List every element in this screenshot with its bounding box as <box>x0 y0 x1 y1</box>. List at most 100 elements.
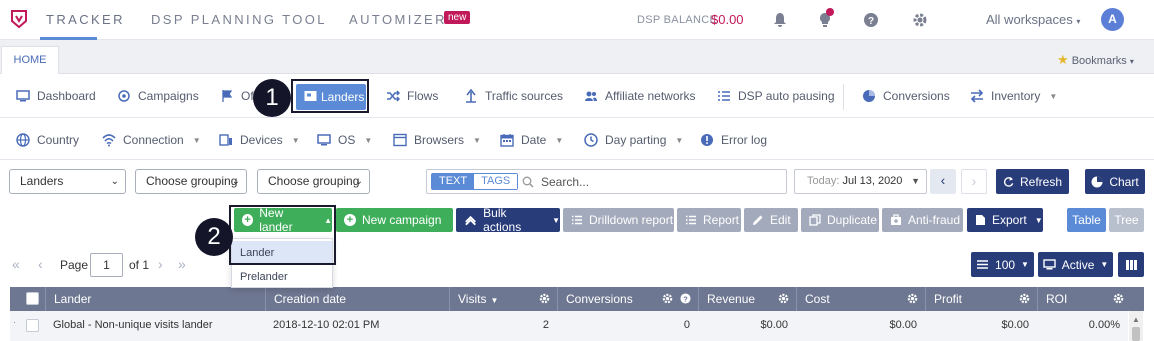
select-all-checkbox[interactable] <box>26 292 39 305</box>
prev-page-button[interactable]: ‹ <box>38 256 43 272</box>
search-mode-toggle[interactable]: TEXT TAGS <box>431 173 519 190</box>
status-filter-select[interactable]: Active ▼ <box>1038 252 1113 277</box>
edit-button[interactable]: Edit <box>744 208 798 232</box>
nav-country[interactable]: Country <box>16 133 79 147</box>
wifi-icon <box>102 134 116 147</box>
row-drag-handle[interactable]: · <box>13 317 16 327</box>
help-icon[interactable]: ? <box>680 293 691 304</box>
table-scrollbar[interactable]: ▲ <box>1129 311 1143 341</box>
bulk-actions-icon <box>465 215 476 226</box>
workspaces-dropdown[interactable]: All workspaces ▾ <box>986 12 1080 27</box>
logo-icon[interactable] <box>10 9 28 29</box>
callout-highlight-new-lander <box>229 205 336 265</box>
gear-icon[interactable] <box>778 293 789 304</box>
report-label: Report <box>703 213 740 227</box>
nav-affiliate-networks[interactable]: Affiliate networks <box>584 89 696 103</box>
search-mode-tags[interactable]: TAGS <box>474 174 518 189</box>
gear-icon[interactable] <box>1019 293 1030 304</box>
nav-dashboard[interactable]: Dashboard <box>16 89 96 103</box>
dsp-balance-label: DSP BALANCE <box>637 14 718 26</box>
column-visits[interactable]: Visits ▼ <box>449 287 557 311</box>
gear-icon[interactable] <box>1113 293 1124 304</box>
nav-date[interactable]: Date ▼ <box>500 133 563 147</box>
page-input[interactable]: 1 <box>90 253 123 277</box>
nav-browsers[interactable]: Browsers ▼ <box>393 133 481 147</box>
entity-select[interactable]: Landers ⌄ <box>9 169 126 194</box>
tab-home[interactable]: HOME <box>1 46 59 74</box>
column-profit[interactable]: Profit <box>925 287 1037 311</box>
first-page-button[interactable]: « <box>12 256 20 272</box>
column-lander[interactable]: Lander <box>45 287 265 311</box>
nav-affiliate-networks-label: Affiliate networks <box>605 89 696 103</box>
settings-icon[interactable] <box>912 12 928 28</box>
nav-dsp-auto-pausing[interactable]: DSP auto pausing <box>717 89 835 103</box>
svg-text:?: ? <box>683 294 688 303</box>
bulk-actions-button[interactable]: Bulk actions ▼ <box>456 206 560 234</box>
date-picker[interactable]: Today: Jul 13, 2020 ▼ <box>794 169 927 194</box>
nav-day-parting[interactable]: Day parting ▼ <box>584 133 683 147</box>
chart-button[interactable]: Chart <box>1085 169 1145 194</box>
gear-icon[interactable] <box>907 293 918 304</box>
bell-icon[interactable] <box>772 12 788 28</box>
grouping-select-2[interactable]: Choose grouping ⌄ <box>257 169 370 194</box>
table-row[interactable]: · Global - Non-unique visits lander 2018… <box>10 311 1128 341</box>
date-prev-button[interactable]: ‹ <box>930 169 956 194</box>
anti-fraud-button[interactable]: Anti-fraud <box>882 208 963 232</box>
nav-flows[interactable]: Flows <box>386 89 438 103</box>
chevron-down-icon: ▼ <box>675 135 684 145</box>
nav-dsp-planning-tool[interactable]: DSP PLANNING TOOL <box>151 12 327 27</box>
row-checkbox[interactable] <box>26 319 39 332</box>
chevron-down-icon: ▼ <box>555 135 564 145</box>
nav-os[interactable]: OS ▼ <box>317 133 372 147</box>
grouping-select-1[interactable]: Choose grouping ⌄ <box>135 169 247 194</box>
error-icon <box>701 134 713 146</box>
nav-devices[interactable]: Devices ▼ <box>219 133 300 147</box>
report-button[interactable]: Report <box>677 208 741 232</box>
scroll-up-icon[interactable]: ▲ <box>1132 315 1140 324</box>
nav-tracker[interactable]: TRACKER <box>46 12 125 27</box>
search-mode-text[interactable]: TEXT <box>432 174 475 189</box>
last-page-button[interactable]: » <box>178 256 186 272</box>
column-creation-date[interactable]: Creation date <box>265 287 449 311</box>
nav-campaigns[interactable]: Campaigns <box>117 89 199 103</box>
grouping-select-1-value: Choose grouping <box>146 174 238 188</box>
column-conversions[interactable]: Conversions ? <box>557 287 698 311</box>
users-icon <box>585 91 597 101</box>
help-icon[interactable]: ? <box>863 12 879 28</box>
cell-lander[interactable]: Global - Non-unique visits lander <box>53 319 213 331</box>
scrollbar-thumb[interactable] <box>1132 327 1140 341</box>
bookmarks-dropdown[interactable]: ★ Bookmarks ▾ <box>1057 52 1134 68</box>
gear-icon[interactable] <box>539 293 550 304</box>
avatar[interactable]: A <box>1101 8 1124 31</box>
header-select-all[interactable] <box>10 287 45 311</box>
nav-automizer[interactable]: AUTOMIZER <box>349 12 447 27</box>
chevron-down-icon: ▼ <box>1100 260 1109 269</box>
search-box[interactable]: TEXT TAGS Search... <box>426 169 787 194</box>
nav-conversions[interactable]: Conversions <box>862 89 950 103</box>
columns-button[interactable] <box>1118 252 1144 277</box>
search-input[interactable]: Search... <box>541 175 589 189</box>
chevron-down-icon: ⌄ <box>231 176 240 187</box>
tree-view-button[interactable]: Tree <box>1109 208 1144 232</box>
nav-offers[interactable]: Of <box>220 89 254 103</box>
per-page-select[interactable]: 100 ▼ <box>971 252 1034 277</box>
column-revenue[interactable]: Revenue <box>698 287 796 311</box>
edit-label: Edit <box>770 213 791 227</box>
dropdown-item-prelander[interactable]: Prelander <box>232 265 332 289</box>
next-page-button[interactable]: › <box>158 256 163 272</box>
date-next-button[interactable]: › <box>961 169 987 194</box>
nav-connection[interactable]: Connection ▼ <box>102 133 201 147</box>
column-roi[interactable]: ROI <box>1037 287 1144 311</box>
refresh-button[interactable]: Refresh <box>996 169 1069 194</box>
nav-error-log[interactable]: Error log <box>700 133 767 147</box>
duplicate-button[interactable]: Duplicate <box>801 208 879 232</box>
column-cost[interactable]: Cost <box>796 287 925 311</box>
new-campaign-button[interactable]: + New campaign <box>336 208 453 232</box>
export-button[interactable]: Export ▼ <box>967 208 1043 232</box>
grouping-select-2-value: Choose grouping <box>268 174 360 188</box>
nav-traffic-sources[interactable]: Traffic sources <box>464 89 563 103</box>
table-view-button[interactable]: Table <box>1067 208 1106 232</box>
nav-inventory[interactable]: Inventory ▼ <box>970 89 1057 103</box>
drilldown-report-button[interactable]: Drilldown report <box>563 208 674 232</box>
gear-icon[interactable] <box>662 293 673 304</box>
